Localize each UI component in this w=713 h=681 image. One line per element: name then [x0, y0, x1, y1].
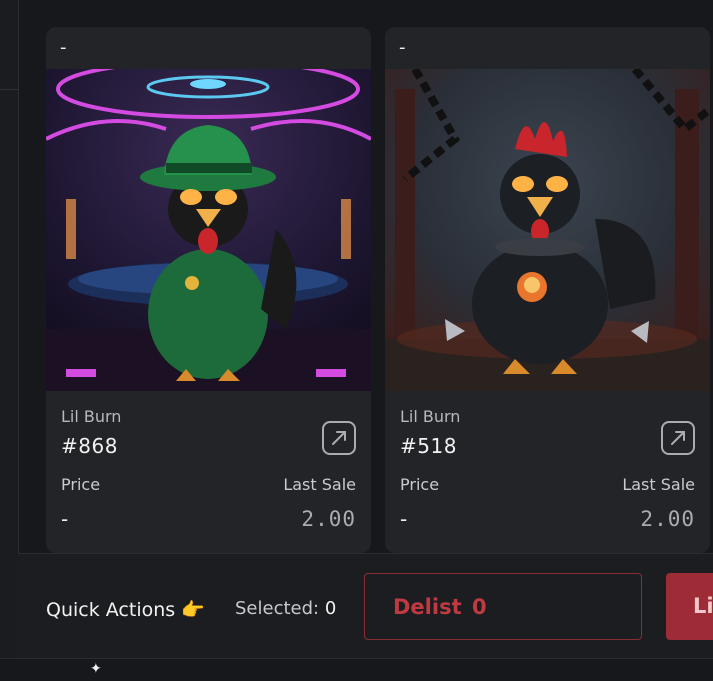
collection-name: Lil Burn — [61, 407, 122, 426]
nft-image[interactable] — [385, 69, 710, 391]
selected-count-value: 0 — [324, 598, 337, 619]
collection-name: Lil Burn — [400, 407, 461, 426]
price-value: - — [61, 507, 69, 531]
open-external-icon[interactable] — [321, 420, 357, 456]
price-label: Price — [400, 475, 440, 494]
quick-actions-label: Quick Actions — [46, 599, 176, 621]
last-sale-label: Last Sale — [283, 475, 356, 494]
last-sale-value: 2.00 — [640, 507, 695, 531]
delist-label: Delist — [393, 595, 462, 619]
price-value: - — [400, 507, 408, 531]
price-label: Price — [61, 475, 101, 494]
card-badge: - — [399, 37, 406, 58]
selected-count: Selected: 0 — [235, 598, 336, 619]
black-rooster-illustration — [385, 69, 710, 391]
card-badge: - — [60, 37, 67, 58]
open-external-icon[interactable] — [660, 420, 696, 456]
list-label: Li — [693, 594, 713, 618]
rail-divider — [0, 89, 18, 90]
token-id: #518 — [400, 434, 457, 458]
last-sale-label: Last Sale — [622, 475, 695, 494]
quick-actions-bar: Quick Actions 👉 Selected: 0 Delist 0 Li — [18, 553, 713, 658]
nft-image[interactable] — [46, 69, 371, 391]
left-rail — [0, 0, 19, 658]
nft-card[interactable]: - — [385, 27, 710, 553]
footer-strip: ✦ — [0, 658, 713, 681]
list-button[interactable]: Li — [666, 573, 713, 640]
last-sale-value: 2.00 — [301, 507, 356, 531]
nft-card[interactable]: - — [46, 27, 371, 553]
selected-label: Selected: — [235, 598, 320, 619]
token-id: #868 — [61, 434, 118, 458]
pointing-hand-icon: 👉 — [181, 599, 205, 621]
sparkle-icon: ✦ — [90, 661, 102, 677]
quick-actions-title: Quick Actions 👉 — [46, 598, 205, 621]
green-suit-rooster-illustration — [46, 69, 371, 391]
delist-count: 0 — [472, 595, 487, 619]
delist-button[interactable]: Delist 0 — [364, 573, 642, 640]
